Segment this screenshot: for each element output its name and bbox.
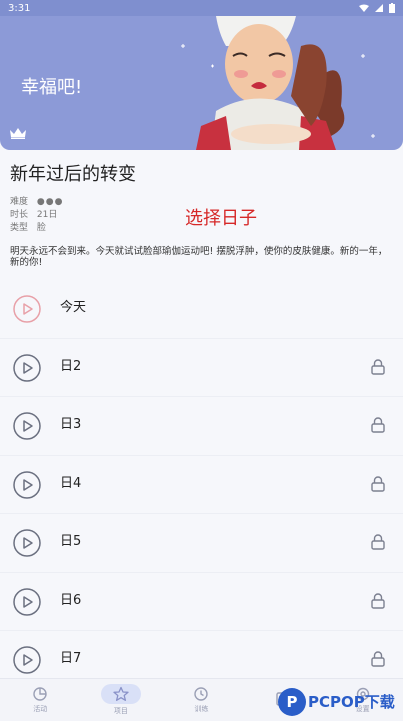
day-label: 日6	[60, 592, 82, 608]
day-list: 今天 日2 日3 日4 日5 日6 日7	[0, 280, 403, 690]
woman-illustration	[181, 16, 375, 150]
meta-value: 脸	[36, 223, 46, 233]
meta-type: 类型 脸	[10, 222, 63, 235]
meta-duration: 时长 21日	[10, 209, 63, 222]
lock-icon	[371, 475, 385, 492]
lock-icon	[371, 651, 385, 667]
battery-icon	[389, 3, 395, 13]
meta-difficulty: 难度 ●●●	[10, 196, 63, 209]
nav-label: 活动	[33, 705, 48, 713]
status-icons	[359, 3, 395, 13]
play-icon[interactable]	[13, 646, 41, 674]
day-row[interactable]: 日2	[0, 339, 403, 397]
day-label: 日3	[60, 417, 82, 432]
meta-key: 时长	[10, 210, 29, 220]
day-label: 今天	[60, 300, 87, 315]
play-icon[interactable]	[13, 353, 41, 382]
day-label: 日2	[60, 358, 82, 374]
nav-training[interactable]: 训练	[166, 686, 236, 714]
lock-icon	[371, 417, 385, 433]
program-description: 明天永远不会到来。今天就试试脸部瑜伽运动吧! 摆脱浮肿，使你的皮肤健康。新的一年…	[10, 246, 388, 268]
nav-activity[interactable]: 活动	[5, 686, 75, 714]
nav-label: 项目	[113, 707, 128, 715]
day-row[interactable]: 日3	[0, 397, 403, 456]
nav-programs[interactable]: 项目	[86, 684, 156, 716]
hero-caption: 幸福吧!	[21, 77, 83, 98]
play-icon[interactable]	[13, 529, 41, 557]
play-icon[interactable]	[13, 412, 41, 440]
difficulty-dots: ●●●	[36, 197, 64, 207]
day-row[interactable]: 日6	[0, 573, 403, 631]
day-row[interactable]: 日5	[0, 514, 403, 573]
wifi-icon	[359, 4, 369, 12]
lock-icon	[371, 358, 385, 375]
meta-value: 21日	[36, 210, 58, 220]
watermark-text: PCPOP下载	[308, 693, 395, 711]
meta-key: 类型	[10, 223, 29, 233]
play-icon[interactable]	[13, 470, 41, 499]
day-label: 日5	[60, 534, 82, 549]
hero-banner: 幸福吧!	[0, 16, 403, 150]
day-label: 日4	[60, 475, 82, 491]
star-icon	[113, 686, 129, 701]
program-meta: 难度 ●●● 时长 21日 类型 脸	[10, 196, 63, 235]
active-pill	[100, 684, 141, 704]
day-row[interactable]: 日4	[0, 456, 403, 514]
signal-icon	[375, 4, 383, 12]
lock-icon	[371, 592, 385, 609]
watermark-logo: P	[278, 687, 306, 716]
lock-icon	[371, 534, 385, 550]
clock-icon	[194, 687, 209, 701]
crown-icon	[10, 128, 26, 139]
nav-label: 训练	[194, 705, 209, 713]
select-day-callout: 选择日子	[185, 208, 257, 229]
meta-key: 难度	[10, 197, 29, 207]
pcpop-watermark: P PCPOP下载	[278, 683, 403, 720]
program-title: 新年过后的转变	[10, 164, 136, 185]
activity-icon	[33, 687, 47, 701]
status-time: 3:31	[8, 2, 31, 14]
play-icon[interactable]	[13, 295, 41, 323]
day-label: 日7	[60, 651, 82, 666]
day-row[interactable]: 今天	[0, 280, 403, 339]
status-bar: 3:31	[0, 0, 403, 16]
play-icon[interactable]	[13, 587, 41, 616]
